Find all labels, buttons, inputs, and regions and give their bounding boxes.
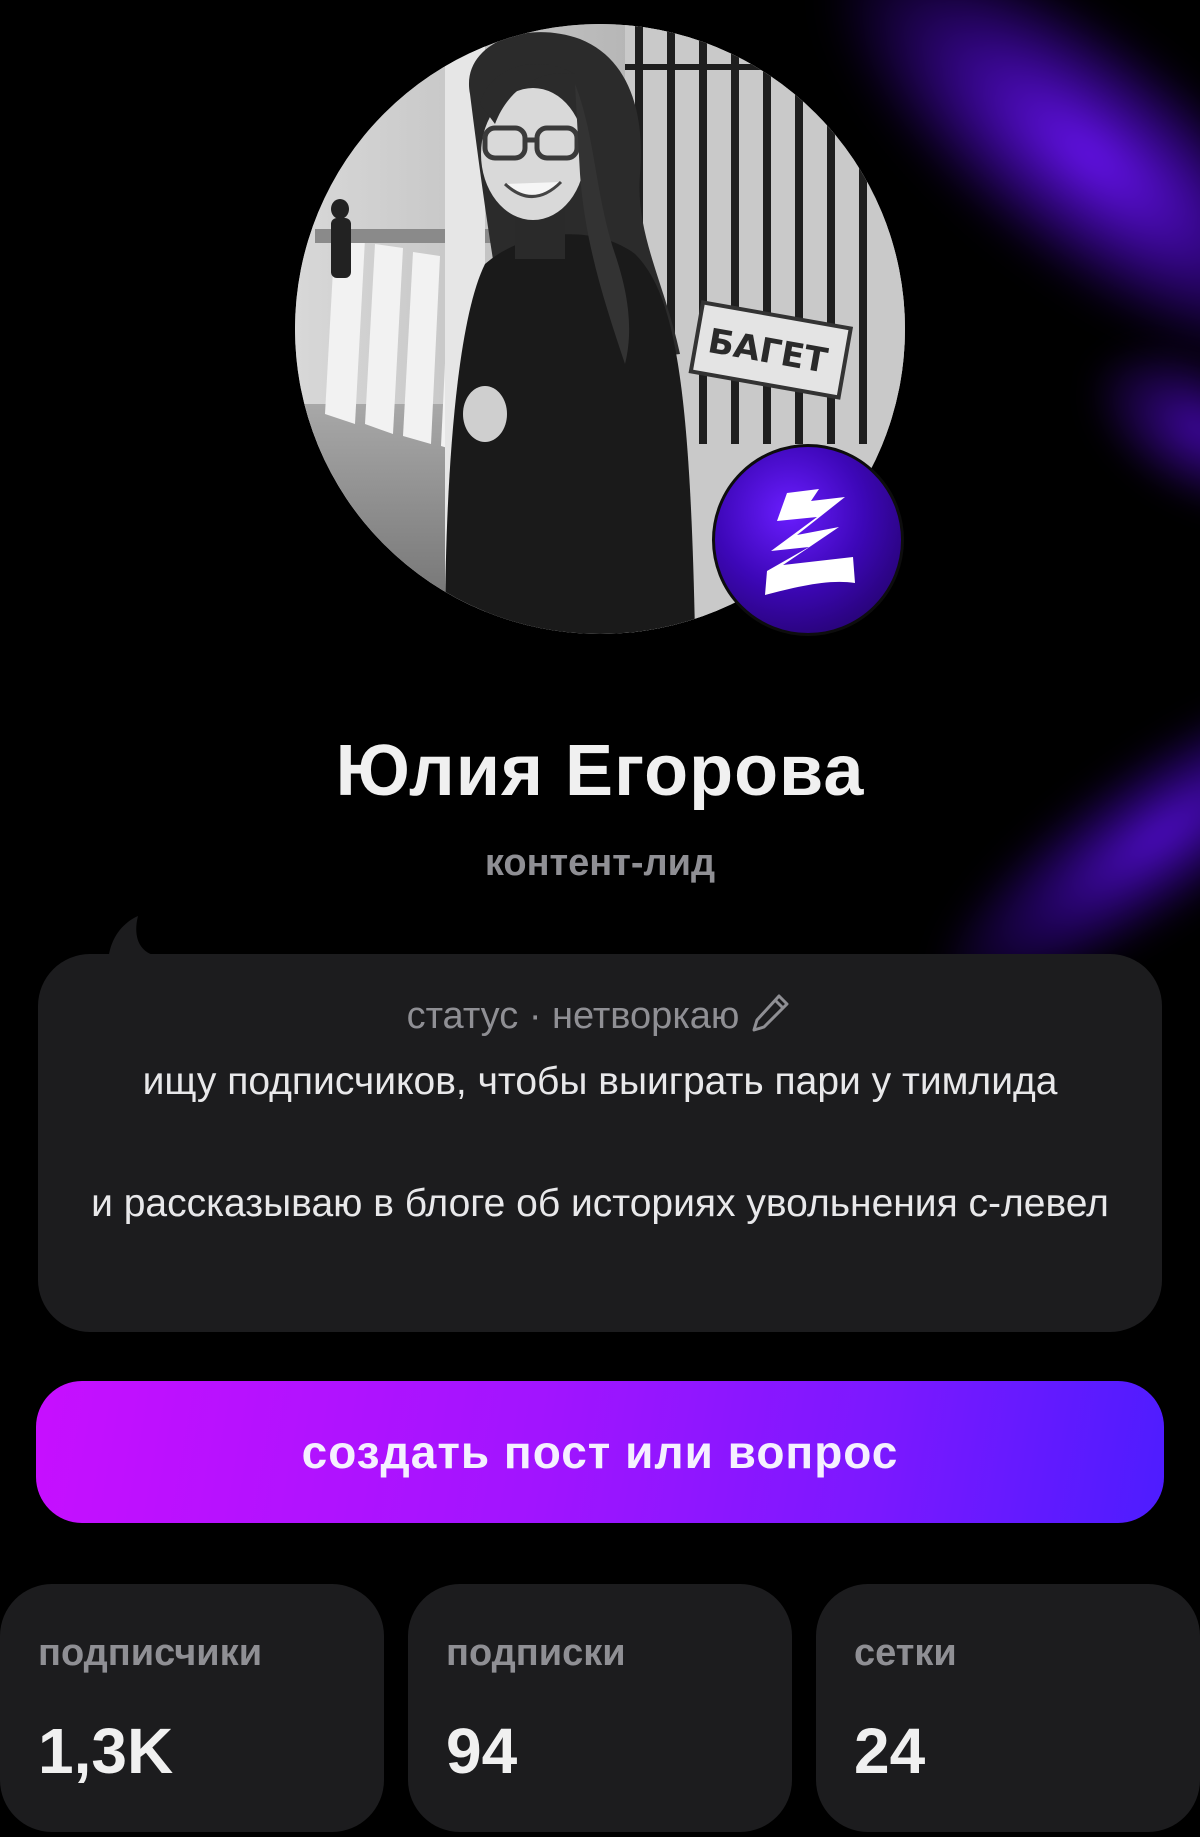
pencil-icon[interactable]: [749, 990, 793, 1044]
stat-label: подписчики: [38, 1632, 263, 1674]
stat-label: подписки: [446, 1632, 626, 1674]
background-glow: [1061, 309, 1200, 551]
stat-value: 1,3K: [38, 1715, 174, 1787]
status-header-label: статус · нетворкаю: [406, 995, 740, 1037]
stat-label: сетки: [854, 1632, 957, 1674]
profile-name: Юлия Егорова: [335, 731, 865, 811]
brand-logo-icon: [765, 489, 855, 595]
stat-networks[interactable]: сетки 24: [816, 1584, 1200, 1832]
stat-value: 24: [854, 1715, 926, 1787]
status-line: и рассказываю в блоге об историях увольн…: [91, 1182, 1109, 1225]
status-header[interactable]: статус · нетворкаю: [38, 990, 1162, 1044]
stat-value: 94: [446, 1715, 518, 1787]
stat-followers[interactable]: подписчики 1,3K: [0, 1584, 384, 1832]
status-line: ищу подписчиков, чтобы выиграть пари у т…: [142, 1060, 1058, 1103]
status-card[interactable]: статус · нетворкаю ищу подписчиков, чтоб…: [38, 954, 1162, 1332]
profile-role: контент-лид: [484, 842, 716, 884]
stat-following[interactable]: подписки 94: [408, 1584, 792, 1832]
create-post-button[interactable]: создать пост или вопрос: [36, 1381, 1164, 1523]
status-text: ищу подписчиков, чтобы выиграть пари у т…: [68, 1052, 1132, 1234]
brand-badge: [712, 444, 904, 636]
